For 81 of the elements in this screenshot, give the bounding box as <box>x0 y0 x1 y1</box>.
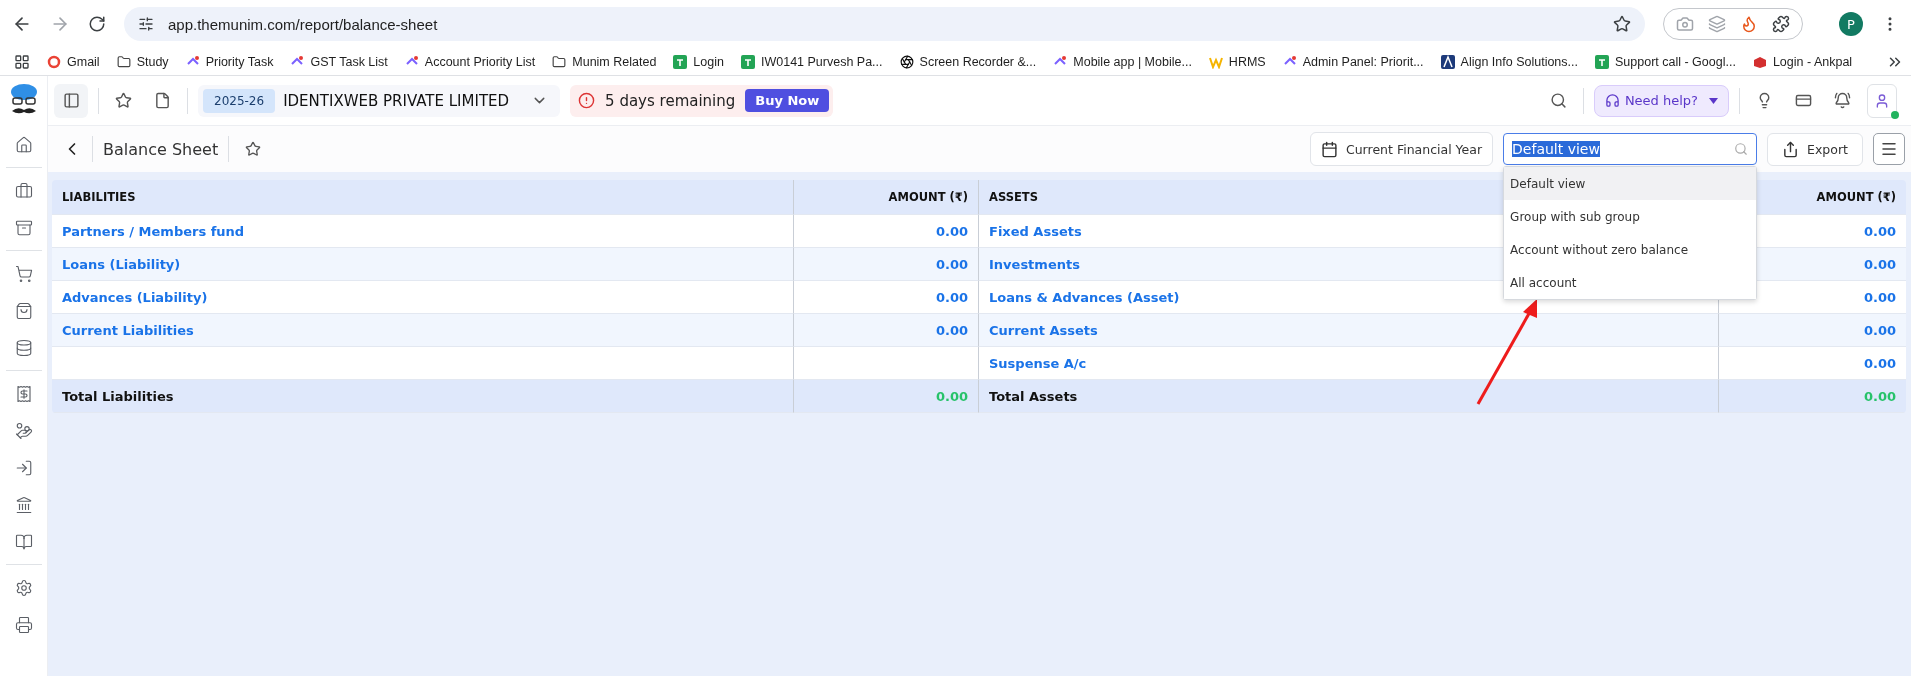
account-link[interactable]: Investments <box>989 256 1080 272</box>
total-label: Total Liabilities <box>62 388 174 404</box>
amount-cell: 0.00 <box>1863 355 1896 371</box>
account-link[interactable]: Partners / Members fund <box>62 223 245 239</box>
notice-text: 5 days remaining <box>605 91 736 110</box>
bookmark-link[interactable]: Account Priority List <box>404 54 536 69</box>
total-amount: 0.00 <box>1863 388 1896 404</box>
bookmark-link[interactable]: Align Info Solutions... <box>1440 54 1578 69</box>
bookmark-link[interactable]: Mobile app | Mobile... <box>1053 54 1192 69</box>
bookmark-link[interactable]: HRMS <box>1208 54 1266 69</box>
address-bar[interactable]: app.themunim.com/report/balance-sheet <box>124 7 1645 41</box>
export-button[interactable]: Export <box>1767 132 1863 166</box>
bookmark-link[interactable]: Gmail <box>47 54 100 69</box>
period-button[interactable]: Current Financial Year <box>1309 132 1494 166</box>
sheets-icon <box>1595 54 1609 69</box>
view-search-field[interactable]: Default view <box>1503 133 1758 165</box>
account-link[interactable]: Current Liabilities <box>62 322 194 338</box>
amount-cell: 0.00 <box>935 289 968 305</box>
menu-button[interactable] <box>1873 133 1905 165</box>
user-icon <box>1874 92 1890 109</box>
total-label: Total Assets <box>989 388 1078 404</box>
sheets-icon <box>673 54 688 69</box>
amount-cell: 0.00 <box>935 256 968 272</box>
account-link[interactable]: Suspense A/c <box>989 355 1087 371</box>
bookmark-link[interactable]: Login <box>673 54 724 69</box>
account-link[interactable]: Current Assets <box>989 322 1098 338</box>
total-amount: 0.00 <box>935 388 968 404</box>
bookmark-link[interactable]: Admin Panel: Priorit... <box>1282 54 1424 69</box>
account-link[interactable]: Loans & Advances (Asset) <box>989 289 1180 305</box>
amount-cell: 0.00 <box>935 322 968 338</box>
site-settings-icon[interactable] <box>138 16 154 32</box>
column-header: AMOUNT (₹) <box>1816 190 1896 204</box>
bookmark-link[interactable]: Support call - Googl... <box>1595 54 1736 69</box>
search-icon <box>1734 142 1749 156</box>
panel-icon <box>62 92 80 109</box>
column-header: LIABILITIES <box>62 190 136 204</box>
puzzle-icon[interactable] <box>1772 15 1790 33</box>
sidebar-toggle-button[interactable] <box>54 83 88 118</box>
bookmark-link[interactable]: Login - Ankpal <box>1752 54 1853 69</box>
user-button[interactable] <box>1867 83 1897 118</box>
menu-option[interactable]: Account without zero balance <box>1504 233 1757 266</box>
menu-option[interactable]: Group with sub group <box>1504 200 1757 233</box>
amount-cell: 0.00 <box>1863 322 1896 338</box>
folder-icon <box>116 54 131 69</box>
sheets-icon <box>740 54 755 69</box>
account-link[interactable]: Fixed Assets <box>989 223 1082 239</box>
profile-avatar[interactable]: P <box>1839 12 1863 36</box>
amount-cell: 0.00 <box>1863 223 1896 239</box>
buy-now-button[interactable]: Buy Now <box>745 89 830 112</box>
help-button[interactable]: Need help? <box>1593 84 1729 117</box>
reload-icon[interactable] <box>88 15 106 33</box>
flame-icon[interactable] <box>1740 15 1758 33</box>
menu-option[interactable]: Default view <box>1504 167 1757 200</box>
bookmark-link[interactable]: Priority Task <box>185 54 274 69</box>
menu-option[interactable]: All account <box>1504 266 1757 299</box>
bookmark-link[interactable]: GST Task List <box>290 54 388 69</box>
aperture-icon <box>899 54 914 69</box>
amount-cell: 0.00 <box>1863 289 1896 305</box>
folder-icon <box>552 54 567 69</box>
year-badge: 2025-26 <box>203 88 276 113</box>
page-title: Balance Sheet <box>103 139 219 159</box>
star-icon[interactable] <box>1613 15 1631 33</box>
triangle-logo-icon <box>1440 54 1455 69</box>
bookmark-link[interactable]: Munim Related <box>552 54 657 69</box>
account-link[interactable]: Loans (Liability) <box>62 256 181 272</box>
status-dot <box>1891 110 1899 119</box>
headset-icon <box>1604 93 1620 108</box>
company-selector[interactable]: 2025-26 IDENTIXWEB PRIVATE LIMITED <box>198 84 561 117</box>
apps-icon[interactable] <box>14 53 30 70</box>
amount-cell: 0.00 <box>935 223 968 239</box>
alert-icon <box>578 92 596 109</box>
export-icon <box>1782 140 1800 158</box>
bookmark-link[interactable]: Study <box>116 54 169 69</box>
bookmark-link[interactable]: IW0141 Purvesh Pa... <box>740 54 883 69</box>
account-link[interactable]: Advances (Liability) <box>62 289 208 305</box>
amount-cell: 0.00 <box>1863 256 1896 272</box>
column-header: AMOUNT (₹) <box>888 190 968 204</box>
bookmark-link[interactable]: Screen Recorder &... <box>899 54 1037 69</box>
calendar-icon <box>1320 140 1338 158</box>
column-header: ASSETS <box>989 190 1038 204</box>
caret-icon <box>1709 97 1718 104</box>
